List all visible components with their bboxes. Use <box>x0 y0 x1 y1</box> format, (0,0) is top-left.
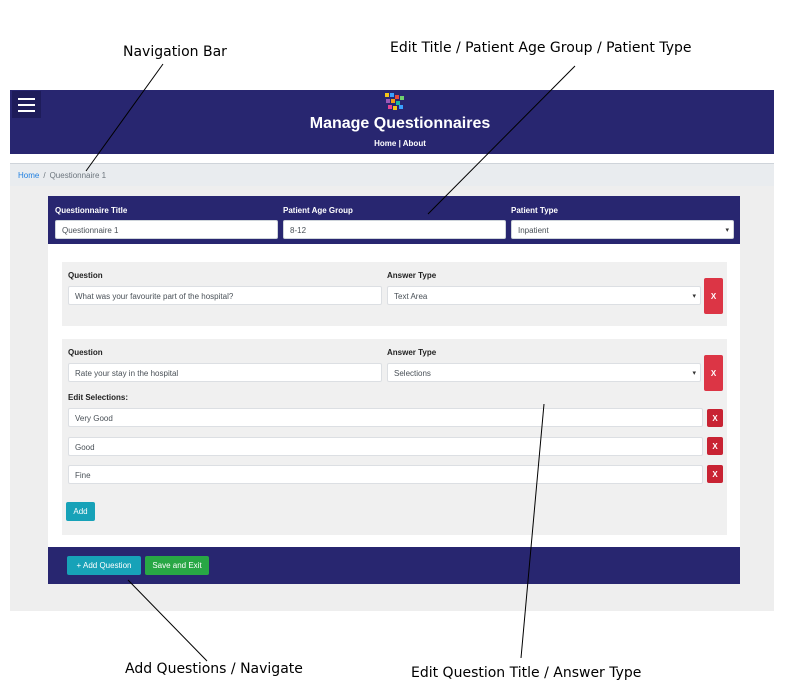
nav-link-about[interactable]: About <box>403 139 426 148</box>
annotation-navigation-bar: Navigation Bar <box>123 44 227 60</box>
patient-age-group-input[interactable]: 8-12 <box>283 220 506 239</box>
annotation-edit-question: Edit Question Title / Answer Type <box>411 665 642 681</box>
questionnaire-title-label: Questionnaire Title <box>55 206 128 215</box>
answer-type-label: Answer Type <box>387 348 437 357</box>
answer-type-select[interactable]: Text Area ▾ <box>387 286 701 305</box>
navigation-bar: Manage Questionnaires Home | About <box>10 90 774 154</box>
question-label: Question <box>68 271 103 280</box>
annotation-edit-title: Edit Title / Patient Age Group / Patient… <box>390 40 692 56</box>
nav-link-separator: | <box>398 139 401 148</box>
breadcrumb-current: Questionnaire 1 <box>49 171 107 180</box>
breadcrumb: Home / Questionnaire 1 <box>10 163 774 188</box>
hamburger-menu-icon[interactable] <box>12 91 41 118</box>
add-selection-button[interactable]: Add <box>66 502 95 521</box>
annotation-add-questions: Add Questions / Navigate <box>125 661 303 677</box>
patient-type-value: Inpatient <box>518 226 549 235</box>
answer-type-value: Selections <box>394 369 431 378</box>
question-input[interactable]: Rate your stay in the hospital <box>68 363 382 382</box>
questionnaire-title-input[interactable]: Questionnaire 1 <box>55 220 278 239</box>
selection-input[interactable]: Fine <box>68 465 703 484</box>
chevron-down-icon: ▾ <box>725 227 729 234</box>
answer-type-select[interactable]: Selections ▾ <box>387 363 701 382</box>
page-title: Manage Questionnaires <box>309 115 491 132</box>
delete-selection-button[interactable]: X <box>707 409 723 427</box>
delete-selection-button[interactable]: X <box>707 465 723 483</box>
chevron-down-icon: ▾ <box>692 370 696 377</box>
edit-selections-label: Edit Selections: <box>68 393 129 402</box>
patient-type-label: Patient Type <box>511 206 558 215</box>
save-and-exit-button[interactable]: Save and Exit <box>145 556 209 575</box>
chevron-down-icon: ▾ <box>692 293 696 300</box>
patient-age-group-label: Patient Age Group <box>283 206 353 215</box>
question-input[interactable]: What was your favourite part of the hosp… <box>68 286 382 305</box>
delete-selection-button[interactable]: X <box>707 437 723 455</box>
answer-type-value: Text Area <box>394 292 428 301</box>
delete-question-button[interactable]: X <box>704 355 723 391</box>
breadcrumb-home[interactable]: Home <box>18 171 39 180</box>
add-question-button[interactable]: + Add Question <box>67 556 141 575</box>
selection-input[interactable]: Good <box>68 437 703 456</box>
breadcrumb-separator: / <box>43 171 46 180</box>
delete-question-button[interactable]: X <box>704 278 723 314</box>
selection-input[interactable]: Very Good <box>68 408 703 427</box>
question-label: Question <box>68 348 103 357</box>
nav-link-home[interactable]: Home <box>374 139 396 148</box>
answer-type-label: Answer Type <box>387 271 437 280</box>
patient-type-select[interactable]: Inpatient ▾ <box>511 220 734 239</box>
app-logo-icon <box>385 93 404 110</box>
nav-links: Home | About <box>10 139 786 148</box>
